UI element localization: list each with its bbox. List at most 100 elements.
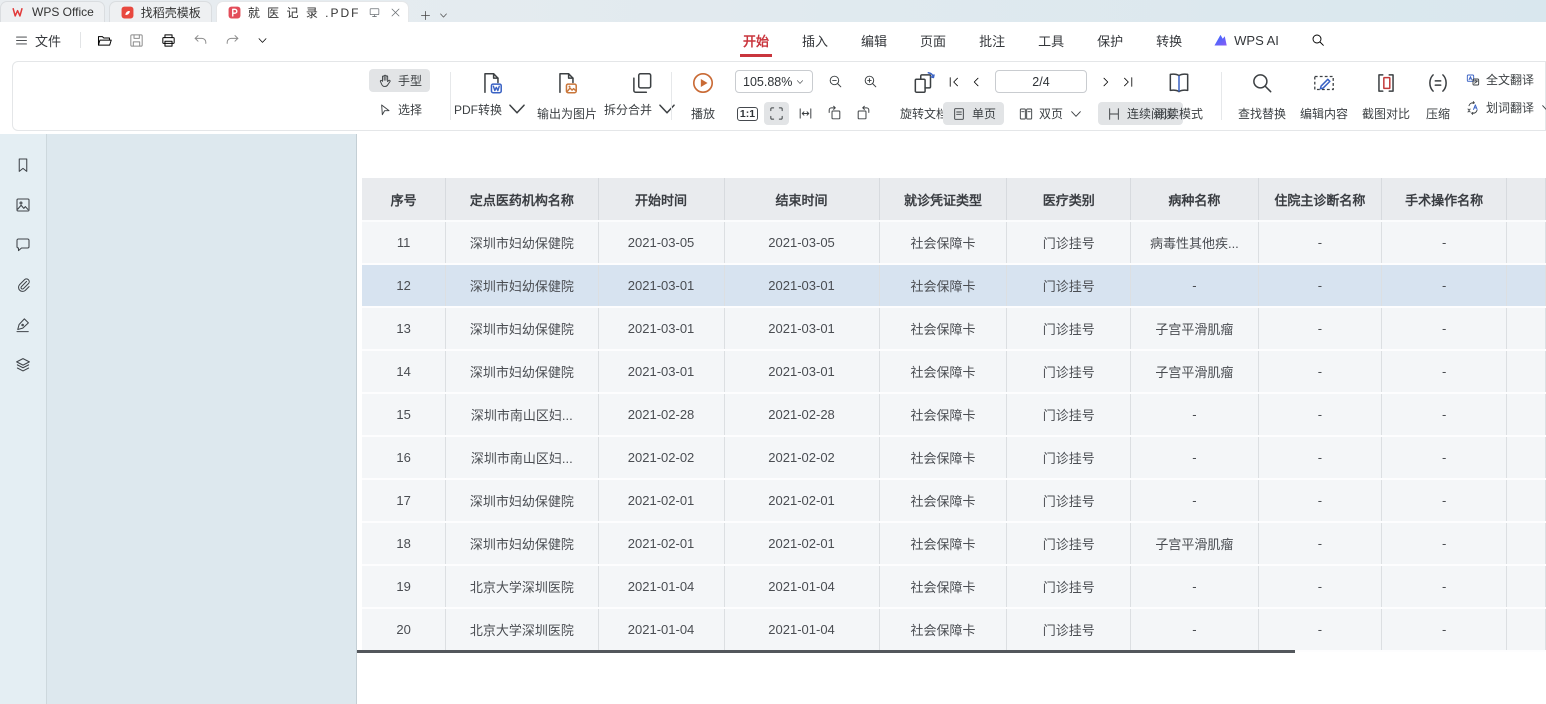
- menu-item-page[interactable]: 页面: [917, 22, 949, 58]
- cell-cert: 社会保障卡: [879, 479, 1007, 522]
- play-button[interactable]: 播放: [677, 67, 729, 127]
- open-file-icon[interactable]: [96, 32, 113, 49]
- prev-page-button[interactable]: [965, 71, 987, 93]
- close-tab-icon[interactable]: [389, 6, 402, 19]
- table-row[interactable]: 15 深圳市南山区妇... 2021-02-28 2021-02-28 社会保障…: [362, 393, 1546, 436]
- menu-item-convert[interactable]: 转换: [1153, 22, 1185, 58]
- cell-cert: 社会保障卡: [879, 393, 1007, 436]
- word-translate-button[interactable]: 划词翻译: [1465, 99, 1546, 116]
- hand-tool-button[interactable]: 手型: [369, 69, 430, 92]
- cell-extra: [1507, 350, 1546, 393]
- read-mode-icon: [1166, 70, 1192, 96]
- cell-start: 2021-02-02: [598, 436, 724, 479]
- navigation-panel[interactable]: [47, 134, 357, 704]
- table-row[interactable]: 12 深圳市妇幼保健院 2021-03-01 2021-03-01 社会保障卡 …: [362, 264, 1546, 307]
- screenshot-compare-button[interactable]: 截图对比: [1355, 67, 1417, 127]
- edit-content-button[interactable]: 编辑内容: [1293, 67, 1355, 127]
- cell-type: 门诊挂号: [1007, 522, 1131, 565]
- cell-cert: 社会保障卡: [879, 221, 1007, 264]
- menu-bar: 文件 开始 插入 编辑 页面 批注 工具 保护 转换 WPS AI: [0, 22, 1546, 58]
- first-page-button[interactable]: [943, 71, 965, 93]
- last-page-button[interactable]: [1117, 71, 1139, 93]
- next-page-icon: [1099, 75, 1113, 89]
- hamburger-icon: [14, 33, 29, 48]
- layers-panel-icon[interactable]: [14, 356, 32, 374]
- page-number-field[interactable]: 2/4: [995, 70, 1087, 93]
- zoom-level-combobox[interactable]: 105.88%: [735, 70, 813, 93]
- rotate-right-button[interactable]: [851, 102, 876, 125]
- page-indicator: 2/4: [1032, 75, 1049, 89]
- screen-cast-icon[interactable]: [368, 6, 381, 19]
- cell-end: 2021-01-04: [724, 608, 879, 651]
- zoom-out-icon[interactable]: [827, 73, 844, 90]
- signature-panel-icon[interactable]: [14, 316, 32, 334]
- table-row[interactable]: 13 深圳市妇幼保健院 2021-03-01 2021-03-01 社会保障卡 …: [362, 307, 1546, 350]
- thumbnail-panel-icon[interactable]: [14, 196, 32, 214]
- table-row[interactable]: 19 北京大学深圳医院 2021-01-04 2021-01-04 社会保障卡 …: [362, 565, 1546, 608]
- cell-operation: -: [1382, 307, 1507, 350]
- screenshot-compare-label: 截图对比: [1362, 105, 1410, 122]
- cell-diagnosis: -: [1258, 608, 1381, 651]
- save-icon[interactable]: [128, 32, 145, 49]
- tab-document-pdf[interactable]: 就 医 记 录 .PDF: [216, 1, 410, 22]
- table-row[interactable]: 14 深圳市妇幼保健院 2021-03-01 2021-03-01 社会保障卡 …: [362, 350, 1546, 393]
- cell-start: 2021-03-01: [598, 307, 724, 350]
- double-page-button[interactable]: 双页: [1010, 102, 1092, 125]
- compress-button[interactable]: 压缩: [1417, 67, 1459, 127]
- bookmark-panel-icon[interactable]: [14, 156, 32, 174]
- split-merge-button[interactable]: 拆分合并: [605, 67, 679, 127]
- comment-panel-icon[interactable]: [14, 236, 32, 254]
- menu-item-tools[interactable]: 工具: [1035, 22, 1067, 58]
- menu-item-comment[interactable]: 批注: [976, 22, 1008, 58]
- table-row[interactable]: 17 深圳市妇幼保健院 2021-02-01 2021-02-01 社会保障卡 …: [362, 479, 1546, 522]
- cell-disease: -: [1131, 479, 1259, 522]
- menu-item-insert[interactable]: 插入: [799, 22, 831, 58]
- table-row[interactable]: 16 深圳市南山区妇... 2021-02-02 2021-02-02 社会保障…: [362, 436, 1546, 479]
- cell-end: 2021-02-02: [724, 436, 879, 479]
- menu-search-icon[interactable]: [1310, 32, 1326, 48]
- wps-ai-button[interactable]: WPS AI: [1212, 32, 1279, 49]
- undo-icon[interactable]: [192, 32, 209, 49]
- attachment-panel-icon[interactable]: [14, 276, 32, 294]
- find-replace-button[interactable]: 查找替换: [1231, 67, 1293, 127]
- fit-width-button[interactable]: [793, 102, 818, 125]
- zoom-in-icon[interactable]: [862, 73, 879, 90]
- quickbar-chevron-icon[interactable]: [256, 34, 269, 47]
- table-row[interactable]: 18 深圳市妇幼保健院 2021-02-01 2021-02-01 社会保障卡 …: [362, 522, 1546, 565]
- cell-index: 12: [362, 264, 446, 307]
- select-tool-button[interactable]: 选择: [369, 98, 430, 121]
- cell-type: 门诊挂号: [1007, 479, 1131, 522]
- pdf-page[interactable]: 序号 定点医药机构名称 开始时间 结束时间 就诊凭证类型 医疗类别 病种名称 住…: [357, 134, 1546, 704]
- pdf-convert-button[interactable]: PDF转换: [455, 67, 529, 127]
- new-tab-icon[interactable]: [419, 9, 432, 22]
- edit-content-icon: [1311, 70, 1337, 96]
- tab-docer-templates[interactable]: 找稻壳模板: [109, 1, 212, 22]
- cell-type: 门诊挂号: [1007, 307, 1131, 350]
- cell-end: 2021-03-01: [724, 350, 879, 393]
- word-translate-icon: [1465, 100, 1481, 116]
- menu-item-protect[interactable]: 保护: [1094, 22, 1126, 58]
- rotate-left-button[interactable]: [822, 102, 847, 125]
- menu-item-home[interactable]: 开始: [740, 22, 772, 58]
- tab-wps-office[interactable]: WPS Office: [0, 1, 105, 22]
- tab-list-chevron-icon[interactable]: [438, 10, 449, 21]
- full-translate-button[interactable]: 全文翻译: [1465, 71, 1546, 88]
- screenshot-compare-icon: [1373, 70, 1399, 96]
- cell-diagnosis: -: [1258, 221, 1381, 264]
- export-image-button[interactable]: 输出为图片: [529, 67, 605, 127]
- cell-index: 17: [362, 479, 446, 522]
- print-icon[interactable]: [160, 32, 177, 49]
- table-row[interactable]: 11 深圳市妇幼保健院 2021-03-05 2021-03-05 社会保障卡 …: [362, 221, 1546, 264]
- redo-icon[interactable]: [224, 32, 241, 49]
- next-page-button[interactable]: [1095, 71, 1117, 93]
- read-mode-button[interactable]: 阅读模式: [1148, 67, 1210, 127]
- table-row[interactable]: 20 北京大学深圳医院 2021-01-04 2021-01-04 社会保障卡 …: [362, 608, 1546, 651]
- file-menu-button[interactable]: 文件: [12, 31, 69, 50]
- fit-width-icon: [797, 105, 814, 122]
- fit-page-button[interactable]: [764, 102, 789, 125]
- actual-size-button[interactable]: 1:1: [735, 102, 760, 125]
- single-page-button[interactable]: 单页: [943, 102, 1004, 125]
- last-page-icon: [1121, 75, 1135, 89]
- cell-start: 2021-02-01: [598, 479, 724, 522]
- menu-item-edit[interactable]: 编辑: [858, 22, 890, 58]
